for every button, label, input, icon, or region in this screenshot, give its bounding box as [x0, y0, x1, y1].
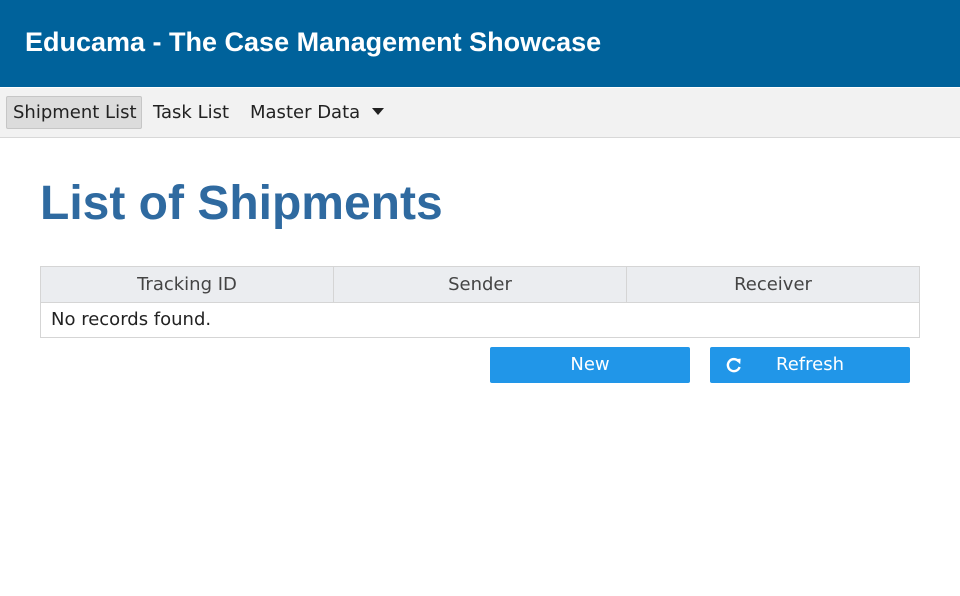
caret-down-icon [372, 107, 385, 115]
new-button-label: New [570, 354, 610, 375]
app-header: Educama - The Case Management Showcase [0, 0, 960, 87]
menu-item-label: Master Data [250, 102, 361, 123]
new-button[interactable]: New [490, 347, 690, 383]
menu-item-task-list[interactable]: Task List [153, 96, 229, 129]
menu-item-label: Task List [153, 102, 230, 123]
page-title: List of Shipments [40, 177, 443, 230]
column-header-receiver[interactable]: Receiver [627, 267, 919, 302]
table-header: Tracking ID Sender Receiver [41, 267, 919, 303]
shipments-table: Tracking ID Sender Receiver No records f… [40, 266, 920, 338]
column-header-tracking-id[interactable]: Tracking ID [41, 267, 334, 302]
menu-item-master-data[interactable]: Master Data [250, 96, 385, 129]
app-title: Educama - The Case Management Showcase [25, 27, 602, 57]
empty-message: No records found. [41, 303, 919, 337]
menu-item-shipment-list[interactable]: Shipment List [6, 96, 142, 129]
refresh-icon [724, 347, 744, 383]
column-header-sender[interactable]: Sender [334, 267, 627, 302]
refresh-button[interactable]: Refresh [710, 347, 910, 383]
refresh-button-label: Refresh [776, 354, 844, 375]
menu-item-label: Shipment List [13, 102, 137, 123]
menubar: Shipment List Task List Master Data [0, 88, 960, 138]
